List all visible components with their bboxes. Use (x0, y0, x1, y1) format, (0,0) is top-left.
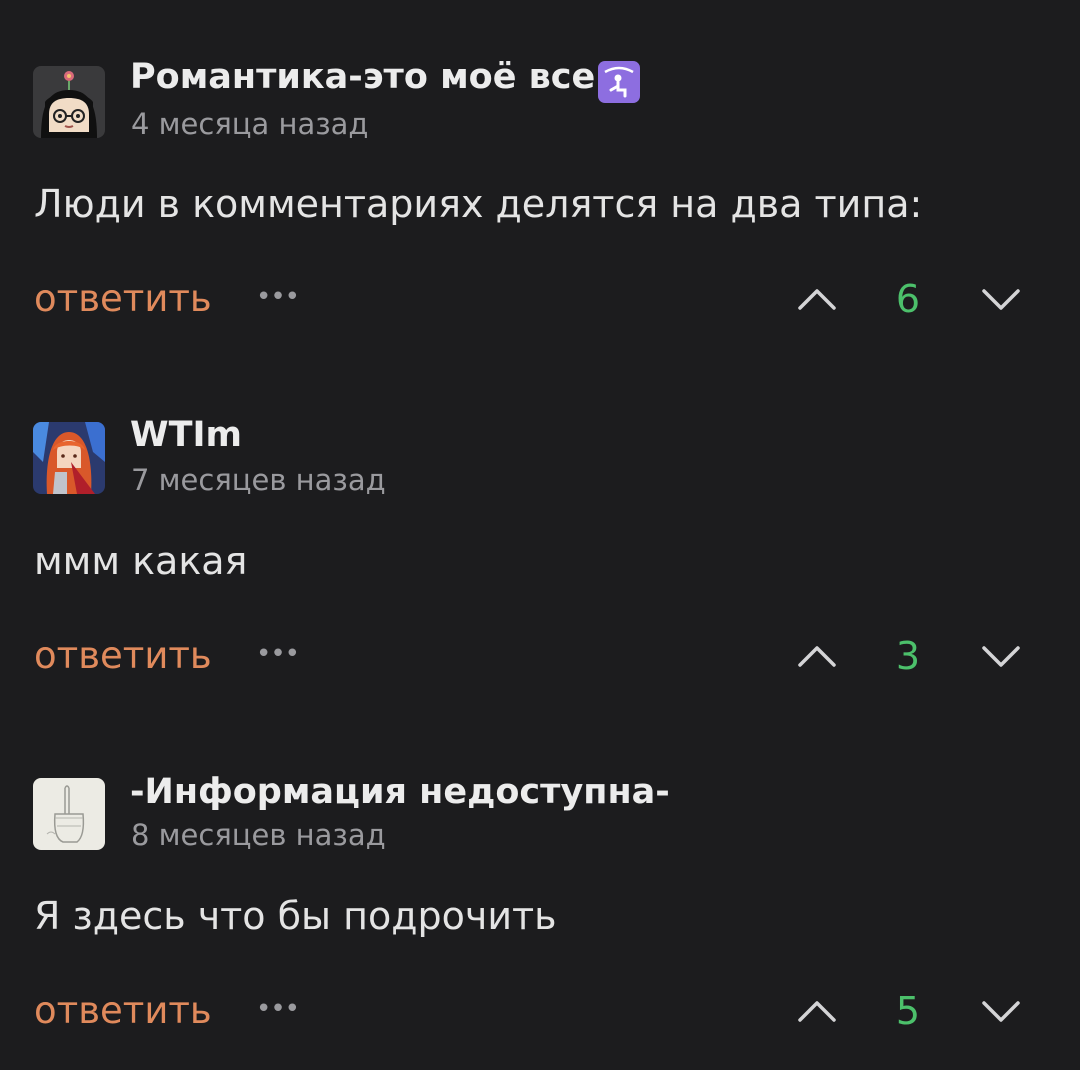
comment-text: Люди в комментариях делятся на два типа: (34, 182, 923, 226)
comment-actions: ответить ••• 3 (0, 637, 1080, 697)
reply-button[interactable]: ответить (34, 280, 212, 317)
avatar[interactable] (33, 422, 105, 494)
upvote-chevron-up-icon[interactable] (792, 631, 842, 681)
more-options-button[interactable]: ••• (256, 282, 300, 312)
downvote-chevron-down-icon[interactable] (976, 631, 1026, 681)
downvote-chevron-down-icon[interactable] (976, 274, 1026, 324)
upvote-chevron-up-icon[interactable] (792, 986, 842, 1036)
vote-score: 5 (895, 989, 921, 1033)
comment-text: ммм какая (34, 539, 248, 583)
downvote-chevron-down-icon[interactable] (976, 986, 1026, 1036)
username[interactable]: -Информация недоступна- (130, 775, 670, 810)
username[interactable]: WTIm (130, 418, 242, 453)
avatar[interactable] (33, 778, 105, 850)
comment-text: Я здесь что бы подрочить (34, 894, 557, 938)
timestamp: 4 месяца назад (131, 107, 369, 141)
timestamp: 7 месяцев назад (131, 463, 386, 497)
avatar-anime-boy-icon (33, 66, 105, 138)
comment-actions: ответить ••• 5 (0, 992, 1080, 1052)
username-text: Романтика-это моё все (130, 57, 596, 97)
timestamp: 8 месяцев назад (131, 818, 386, 852)
reply-button[interactable]: ответить (34, 637, 212, 674)
avatar-sketch-hand-icon (33, 778, 105, 850)
avatar-anime-girl-icon (33, 422, 105, 494)
reply-button[interactable]: ответить (34, 992, 212, 1029)
more-options-button[interactable]: ••• (256, 639, 300, 669)
username[interactable]: Романтика-это моё все (130, 60, 641, 104)
vote-score: 3 (895, 634, 921, 678)
comment-actions: ответить ••• 6 (0, 280, 1080, 340)
more-options-button[interactable]: ••• (256, 994, 300, 1024)
avatar[interactable] (33, 66, 105, 138)
vote-score: 6 (895, 277, 921, 321)
person-kneeling-icon (598, 61, 641, 103)
upvote-chevron-up-icon[interactable] (792, 274, 842, 324)
